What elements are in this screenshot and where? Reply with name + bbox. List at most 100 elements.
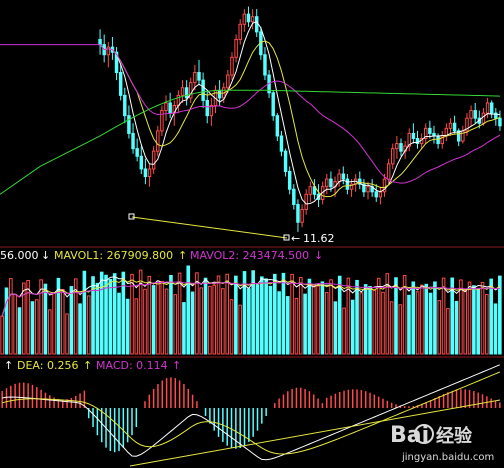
volume-bar: [437, 300, 442, 355]
candle-body: [271, 92, 275, 117]
volume-bar: [467, 281, 472, 355]
candle-body: [386, 163, 391, 180]
vol-value: 56.000: [0, 249, 39, 262]
candle-body: [300, 209, 304, 223]
volume-bar: [480, 281, 485, 355]
candle-body: [139, 155, 144, 170]
volume-bar: [424, 283, 429, 355]
volume-bar: [182, 302, 186, 355]
candle-body: [238, 23, 242, 41]
candle-body: [485, 102, 490, 114]
candle-body: [345, 178, 350, 190]
volume-bar: [415, 291, 420, 355]
candle-body: [193, 72, 197, 84]
low-price-label: 11.62: [303, 232, 335, 245]
volume-bar: [333, 301, 338, 355]
volume-bar: [316, 285, 320, 355]
volume-bar: [381, 291, 385, 355]
candle-body: [135, 148, 139, 157]
volume-bar: [260, 276, 264, 355]
candle-body: [246, 13, 251, 23]
candle-body: [411, 132, 416, 139]
volume-bar: [372, 289, 377, 355]
volume-header: 56.000 ↓ MAVOL1: 267909.800 ↑ MAVOL2: 24…: [0, 249, 323, 262]
volume-bar: [30, 301, 35, 355]
volume-bar: [363, 284, 368, 355]
candle-body: [164, 102, 168, 112]
candle-body: [391, 148, 395, 165]
candle-body: [118, 72, 123, 96]
volume-bar: [108, 278, 113, 355]
candle-body: [461, 130, 465, 142]
candle-body: [217, 89, 222, 99]
volume-bar: [169, 275, 173, 355]
candle-body: [378, 191, 383, 198]
volume-bar: [0, 315, 4, 355]
volume-bar: [82, 270, 87, 355]
candle-body: [184, 87, 189, 99]
candle-body: [250, 16, 255, 23]
volume-bar: [60, 288, 65, 355]
volume-bar: [212, 284, 217, 355]
mavol1-label: MAVOL1: 267909.800: [54, 249, 173, 262]
candle-body: [469, 110, 473, 119]
mavol1-arrow: ↑: [178, 249, 187, 262]
volume-bar: [493, 303, 498, 355]
volume-bar: [389, 301, 394, 355]
volume-bar: [320, 281, 325, 355]
volume-bar: [459, 279, 463, 355]
volume-bar: [104, 274, 108, 355]
volume-bar: [355, 279, 359, 355]
volume-bar: [117, 292, 121, 355]
candle-body: [296, 203, 300, 223]
volume-bar: [17, 307, 22, 355]
candle-body: [292, 188, 296, 205]
candle-body: [234, 39, 238, 58]
volume-bar: [407, 294, 411, 355]
candle-body: [325, 178, 329, 188]
volume-bar: [441, 277, 446, 355]
volume-bar: [164, 288, 169, 355]
volume-bar: [78, 303, 82, 355]
candle-body: [226, 74, 230, 89]
candle-body: [341, 173, 346, 180]
candle-body: [197, 72, 201, 81]
volume-bar: [216, 275, 221, 355]
volume-bar: [277, 291, 281, 355]
volume-bar: [208, 285, 212, 355]
candle-body: [143, 168, 148, 178]
volume-bar: [420, 284, 424, 355]
macd-arrow: ↑: [172, 359, 181, 372]
volume-bar: [186, 265, 191, 355]
volume-bar: [255, 284, 260, 355]
volume-bar: [65, 313, 69, 355]
candle-body: [287, 170, 292, 190]
volume-bar: [156, 280, 160, 355]
volume-bar: [303, 293, 307, 355]
volume-bar: [47, 309, 52, 355]
dea-arrow: ↑: [83, 359, 92, 372]
volume-bar: [368, 286, 372, 355]
volume-bar: [143, 288, 147, 355]
volume-bar: [446, 308, 450, 355]
volume-bar: [311, 285, 316, 355]
mavol2-label: MAVOL2: 243474.500: [190, 249, 309, 262]
volume-bar: [160, 280, 165, 355]
candle-body: [452, 122, 457, 132]
candle-body: [156, 130, 160, 152]
volume-bar: [350, 299, 355, 355]
macd-label: MACD: 0.114: [96, 359, 168, 372]
volume-bar: [324, 292, 329, 355]
mavol2-arrow: ↓: [314, 249, 323, 262]
volume-bar: [4, 287, 9, 355]
volume-bar: [463, 290, 468, 355]
candle-body: [428, 127, 432, 134]
candle-body: [337, 173, 341, 183]
candle-body: [205, 99, 209, 117]
volume-bar: [294, 297, 299, 355]
candle-body: [263, 54, 267, 76]
candle-body: [275, 115, 280, 137]
volume-bar: [26, 279, 30, 355]
volume-bar: [264, 278, 268, 355]
dea-label: DEA: 0.256: [17, 359, 78, 372]
